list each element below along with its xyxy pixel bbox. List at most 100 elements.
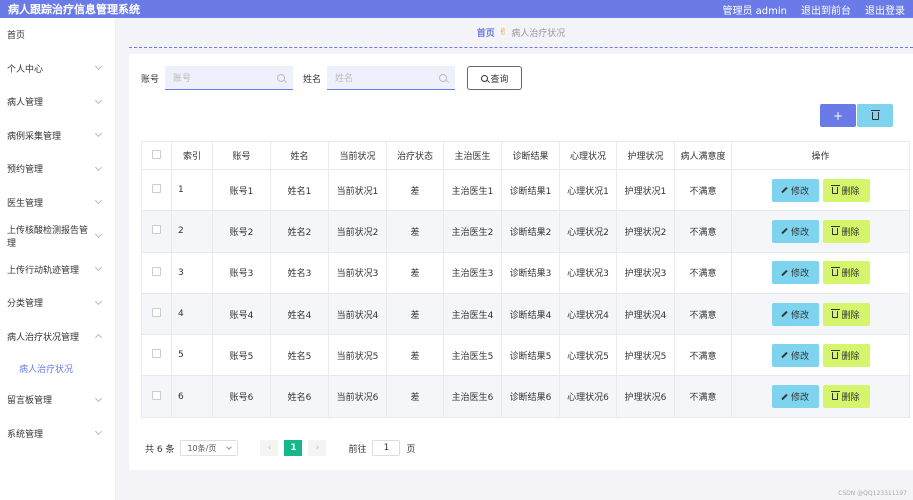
cell-index: 3 — [171, 251, 213, 294]
delete-button[interactable]: 删除 — [822, 219, 870, 243]
breadcrumb-home[interactable]: 首页 — [477, 26, 495, 39]
column-header: 索引 — [171, 141, 213, 170]
sidebar-subitem-treatment-status[interactable]: 病人治疗状况 — [0, 353, 115, 383]
cell-account: 账号4 — [212, 292, 271, 336]
cell-index: 6 — [171, 375, 213, 418]
sidebar-item-label: 预约管理 — [7, 165, 44, 176]
cell-nursing: 护理状况1 — [616, 168, 675, 212]
cell-index: 5 — [171, 334, 213, 377]
cell-current: 当前状况1 — [328, 168, 387, 212]
query-button-label: 查询 — [490, 74, 509, 85]
row-checkbox[interactable] — [141, 210, 172, 253]
edit-button[interactable]: 修改 — [771, 343, 819, 367]
delete-label: 删除 — [841, 393, 860, 404]
trash-icon — [831, 349, 841, 359]
cell-actions: 修改 删除 — [731, 168, 910, 212]
cell-doctor: 主治医生3 — [443, 251, 502, 294]
sidebar-item-label: 上传核酸检测报告管理 — [7, 225, 89, 249]
sidebar-item-doctor[interactable]: 医生管理 — [0, 186, 115, 220]
edit-button[interactable]: 修改 — [771, 219, 819, 243]
chevron-down-icon — [94, 428, 103, 436]
sidebar-item-home[interactable]: 首页 — [0, 18, 115, 52]
prev-page-button[interactable]: ‹ — [260, 440, 279, 456]
cell-doctor: 主治医生2 — [443, 210, 502, 253]
page-size-select[interactable]: 10条/页 — [180, 440, 239, 456]
cell-current: 当前状况5 — [328, 334, 387, 377]
pencil-icon — [781, 393, 788, 400]
cell-diagnosis: 诊断结果3 — [501, 251, 560, 294]
row-checkbox[interactable] — [141, 334, 172, 377]
cell-index: 2 — [171, 210, 213, 253]
search-icon — [480, 74, 488, 82]
next-page-button[interactable]: › — [308, 440, 327, 456]
sidebar-item-nucleic-report[interactable]: 上传核酸检测报告管理 — [0, 219, 115, 253]
app-title: 病人跟踪治疗信息管理系统 — [8, 3, 140, 16]
sidebar-item-personal-center[interactable]: 个人中心 — [0, 52, 115, 86]
delete-button[interactable]: 删除 — [822, 178, 870, 202]
cell-satisfaction: 不满意 — [674, 168, 732, 212]
cell-status: 差 — [386, 251, 444, 294]
cell-nursing: 护理状况5 — [616, 334, 675, 377]
exit-to-front-link[interactable]: 退出到前台 — [801, 2, 851, 17]
chevron-down-icon — [94, 96, 103, 104]
trash-icon — [831, 308, 841, 318]
delete-button[interactable]: 删除 — [822, 261, 870, 285]
sidebar-item-appointment[interactable]: 预约管理 — [0, 152, 115, 186]
batch-delete-button[interactable] — [857, 104, 893, 127]
page-size-value: 10条/页 — [187, 443, 217, 453]
chevron-down-icon — [95, 230, 103, 238]
cell-mental: 心理状况3 — [559, 251, 617, 294]
chevron-down-icon — [94, 163, 103, 171]
table-header-row: 索引 账号 姓名 当前状况 治疗状态 主治医生 诊断结果 心理状况 护理状况 病… — [141, 141, 910, 170]
edit-button[interactable]: 修改 — [771, 178, 819, 202]
edit-button[interactable]: 修改 — [771, 302, 819, 326]
breadcrumb-current: 病人治疗状况 — [511, 29, 566, 39]
delete-button[interactable]: 删除 — [822, 343, 870, 367]
current-page-button[interactable]: 1 — [284, 440, 303, 456]
name-placeholder: 姓名 — [335, 74, 354, 84]
row-checkbox[interactable] — [141, 375, 172, 418]
total-count: 共 6 条 — [145, 444, 175, 455]
edit-label: 修改 — [790, 269, 809, 280]
sidebar-item-label: 个人中心 — [7, 64, 44, 75]
add-button[interactable]: + — [820, 104, 856, 127]
row-checkbox[interactable] — [141, 292, 172, 336]
select-all-checkbox[interactable] — [141, 141, 172, 170]
sidebar-item-label: 留言板管理 — [7, 396, 53, 407]
goto-page-input[interactable]: 1 — [372, 440, 401, 456]
name-search-input[interactable]: 姓名 — [327, 66, 456, 90]
cell-satisfaction: 不满意 — [674, 375, 732, 418]
sidebar-item-treatment-status-management[interactable]: 病人治疗状况管理 — [0, 320, 115, 354]
sidebar-item-category[interactable]: 分类管理 — [0, 286, 115, 320]
column-header: 治疗状态 — [386, 141, 444, 170]
sidebar-item-label: 病人治疗状况管理 — [7, 332, 80, 343]
cell-index: 1 — [171, 168, 213, 212]
row-checkbox[interactable] — [141, 168, 172, 212]
page-unit-label: 页 — [406, 444, 416, 455]
edit-button[interactable]: 修改 — [771, 261, 819, 285]
cell-nursing: 护理状况3 — [616, 251, 675, 294]
cell-doctor: 主治医生1 — [443, 168, 502, 212]
sidebar-item-system[interactable]: 系统管理 — [0, 417, 115, 451]
edit-button[interactable]: 修改 — [771, 385, 819, 409]
chevron-down-icon — [94, 63, 103, 71]
delete-button[interactable]: 删除 — [822, 302, 870, 326]
query-button[interactable]: 查询 — [467, 66, 523, 90]
cell-account: 账号6 — [212, 375, 271, 418]
cell-nursing: 护理状况4 — [616, 292, 675, 336]
logout-link[interactable]: 退出登录 — [865, 2, 905, 17]
cell-account: 账号5 — [212, 334, 271, 377]
account-label: 账号 — [141, 74, 160, 85]
sidebar-item-message-board[interactable]: 留言板管理 — [0, 383, 115, 417]
hand-icon: ✌ — [498, 27, 508, 38]
sidebar-item-case-collection[interactable]: 病例采集管理 — [0, 119, 115, 153]
cell-actions: 修改 删除 — [731, 292, 910, 336]
account-search-input[interactable]: 账号 — [165, 66, 294, 90]
column-header: 主治医生 — [443, 141, 502, 170]
name-label: 姓名 — [303, 74, 322, 85]
row-checkbox[interactable] — [141, 251, 172, 294]
sidebar-item-patient-management[interactable]: 病人管理 — [0, 85, 115, 119]
cell-doctor: 主治医生6 — [443, 375, 502, 418]
delete-button[interactable]: 删除 — [822, 385, 870, 409]
sidebar-item-trajectory[interactable]: 上传行动轨迹管理 — [0, 253, 115, 287]
